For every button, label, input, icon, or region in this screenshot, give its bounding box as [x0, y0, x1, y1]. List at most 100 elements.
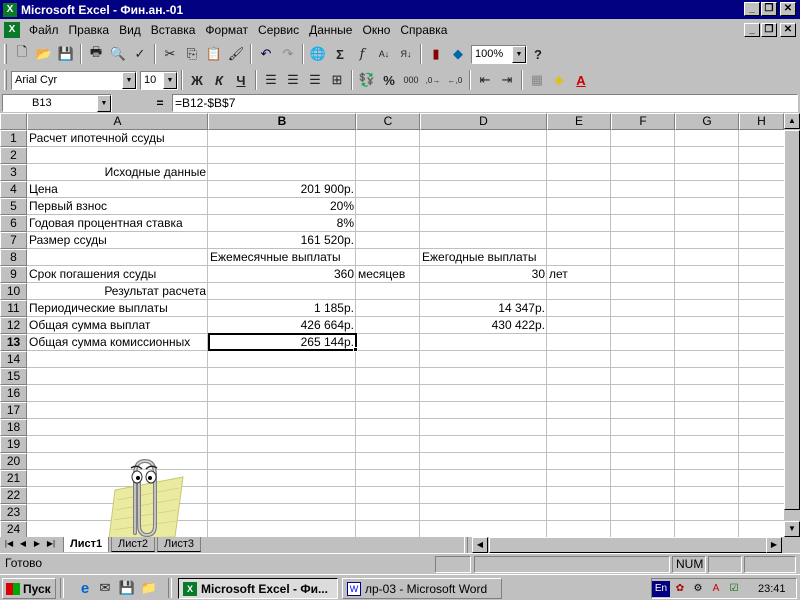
print-icon[interactable]: 🖶 [85, 43, 107, 65]
col-header-e[interactable]: E [547, 113, 611, 130]
cell-b12[interactable]: 426 664р. [208, 317, 356, 334]
cell-a4[interactable]: Цена [27, 181, 60, 198]
row-header-8[interactable]: 8 [0, 249, 27, 266]
row-header-2[interactable]: 2 [0, 147, 27, 164]
cell-a12[interactable]: Общая сумма выплат [27, 317, 152, 334]
cell-a13[interactable]: Общая сумма комиссионных [27, 334, 192, 351]
floppy-icon[interactable]: 💾 [116, 577, 138, 599]
print-preview-icon[interactable]: 🔍 [107, 43, 129, 65]
fill-color-icon[interactable]: ◈ [548, 69, 570, 91]
row-header-20[interactable]: 20 [0, 453, 27, 470]
col-header-c[interactable]: C [356, 113, 420, 130]
scroll-thumb[interactable] [784, 130, 800, 510]
increase-indent-icon[interactable]: ⇥ [496, 69, 518, 91]
copy-icon[interactable]: ⎘ [181, 43, 203, 65]
col-header-a[interactable]: A [27, 113, 208, 130]
underline-button[interactable]: Ч [230, 69, 252, 91]
first-sheet-icon[interactable]: |◀ [3, 538, 15, 552]
undo-icon[interactable]: ↶ [255, 43, 277, 65]
row-header-17[interactable]: 17 [0, 402, 27, 419]
clock[interactable]: 23:41 [758, 583, 786, 595]
fill-handle[interactable] [353, 347, 358, 352]
merge-center-icon[interactable]: ⊞ [326, 69, 348, 91]
row-header-15[interactable]: 15 [0, 368, 27, 385]
row-header-11[interactable]: 11 [0, 300, 27, 317]
row-header-14[interactable]: 14 [0, 351, 27, 368]
autosum-icon[interactable]: Σ [329, 43, 351, 65]
cell-b9[interactable]: 360 [208, 266, 356, 283]
select-all-corner[interactable] [0, 113, 27, 130]
excel-icon[interactable]: X [3, 2, 17, 17]
zoom-select[interactable]: 100% ▼ [471, 44, 527, 64]
row-header-19[interactable]: 19 [0, 436, 27, 453]
row-header-16[interactable]: 16 [0, 385, 27, 402]
cell-a7[interactable]: Размер ссуды [27, 232, 109, 249]
row-header-22[interactable]: 22 [0, 487, 27, 504]
toolbar-grip[interactable] [4, 44, 7, 64]
cell-a5[interactable]: Первый взнос [27, 198, 109, 215]
horizontal-scroll-thumb[interactable] [489, 537, 769, 553]
cell-b11[interactable]: 1 185р. [208, 300, 356, 317]
percent-icon[interactable]: % [378, 69, 400, 91]
cell-c9[interactable]: месяцев [356, 266, 407, 283]
cell-a3[interactable]: Исходные данные [27, 164, 208, 181]
scroll-right-icon[interactable]: ▶ [766, 537, 782, 553]
doc-close-button[interactable]: ✕ [780, 23, 796, 37]
format-painter-icon[interactable]: 🖌 [225, 43, 247, 65]
close-button[interactable]: ✕ [780, 2, 796, 16]
new-icon[interactable]: 🗋 [11, 43, 33, 65]
cell-b7[interactable]: 161 520р. [208, 232, 356, 249]
row-header-9[interactable]: 9 [0, 266, 27, 283]
cell-b4[interactable]: 201 900р. [208, 181, 356, 198]
menu-format[interactable]: Формат [200, 21, 253, 39]
title-bar[interactable]: X Microsoft Excel - Фин.ан.-01 _ ❐ ✕ [0, 0, 800, 19]
cell-d12[interactable]: 430 422р. [420, 317, 547, 334]
col-header-h[interactable]: H [739, 113, 784, 130]
tray-check-icon[interactable]: ☑ [726, 581, 742, 597]
help-icon[interactable]: ? [527, 43, 549, 65]
bold-button[interactable]: Ж [186, 69, 208, 91]
sheet-tab-1[interactable]: Лист1 [63, 537, 110, 552]
chevron-down-icon[interactable]: ▼ [163, 71, 177, 89]
row-header-10[interactable]: 10 [0, 283, 27, 300]
name-box[interactable]: B13 ▼ [2, 94, 112, 112]
chart-wizard-icon[interactable]: ▮ [425, 43, 447, 65]
row-header-21[interactable]: 21 [0, 470, 27, 487]
font-select[interactable]: Arial Cyr ▼ [11, 70, 137, 90]
col-header-b[interactable]: B [208, 113, 356, 130]
align-right-icon[interactable]: ☰ [304, 69, 326, 91]
tray-tool-icon[interactable]: ⚙ [690, 581, 706, 597]
col-header-d[interactable]: D [420, 113, 547, 130]
row-header-23[interactable]: 23 [0, 504, 27, 521]
sort-ascending-icon[interactable]: A↓ [373, 43, 395, 65]
row-header-12[interactable]: 12 [0, 317, 27, 334]
cell-d8[interactable]: Ежегодные выплаты [420, 249, 539, 266]
cut-icon[interactable]: ✂ [159, 43, 181, 65]
outlook-icon[interactable]: ✉ [94, 577, 116, 599]
row-header-18[interactable]: 18 [0, 419, 27, 436]
workbook-icon[interactable]: X [4, 22, 20, 38]
menu-tools[interactable]: Сервис [253, 21, 304, 39]
cell-d11[interactable]: 14 347р. [420, 300, 547, 317]
menu-edit[interactable]: Правка [64, 21, 115, 39]
decrease-indent-icon[interactable]: ⇤ [474, 69, 496, 91]
row-header-24[interactable]: 24 [0, 521, 27, 537]
sheet-tab-2[interactable]: Лист2 [111, 537, 156, 552]
menu-help[interactable]: Справка [395, 21, 452, 39]
increase-decimal-icon[interactable]: ,0→ [422, 69, 444, 91]
row-header-1[interactable]: 1 [0, 130, 27, 147]
cell-a9[interactable]: Срок погашения ссуды [27, 266, 158, 283]
scroll-left-icon[interactable]: ◀ [472, 537, 488, 553]
row-header-13[interactable]: 13 [0, 334, 27, 351]
menu-insert[interactable]: Вставка [146, 21, 201, 39]
thousands-icon[interactable]: 000 [400, 69, 422, 91]
cell-b5[interactable]: 20% [208, 198, 356, 215]
menu-window[interactable]: Окно [357, 21, 395, 39]
cell-b8[interactable]: Ежемесячные выплаты [208, 249, 343, 266]
cell-a1[interactable]: Расчет ипотечной ссуды [27, 130, 167, 147]
folder-icon[interactable]: 📁 [138, 577, 160, 599]
doc-restore-button[interactable]: ❐ [761, 23, 777, 37]
align-center-icon[interactable]: ☰ [282, 69, 304, 91]
row-header-3[interactable]: 3 [0, 164, 27, 181]
tray-acrobat-icon[interactable]: A [708, 581, 724, 597]
